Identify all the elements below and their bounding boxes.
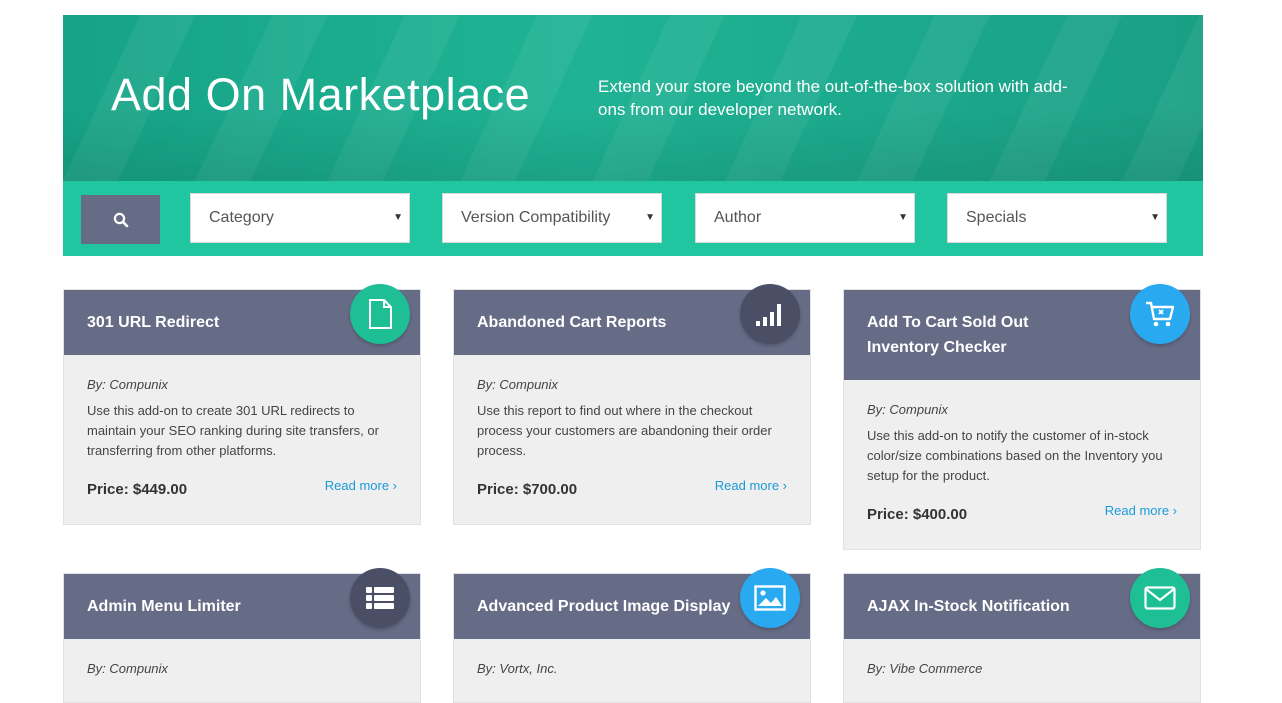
addon-card[interactable]: Advanced Product Image Display By: Vortx… [453, 568, 811, 703]
addon-card[interactable]: AJAX In-Stock Notification By: Vibe Comm… [843, 568, 1201, 703]
card-title[interactable]: Advanced Product Image Display [477, 594, 730, 619]
page-title: Add On Marketplace [111, 69, 531, 120]
card-description: Use this report to find out where in the… [477, 403, 772, 458]
card-price: Price: $700.00 [477, 481, 578, 498]
chevron-down-icon: ▼ [1150, 212, 1160, 223]
envelope-icon [1130, 568, 1190, 628]
document-icon [350, 284, 410, 344]
read-more-link[interactable]: Read more › [325, 478, 397, 493]
specials-select[interactable]: Specials ▼ [947, 193, 1167, 243]
addon-card[interactable]: Add To Cart Sold Out Inventory Checker B… [843, 284, 1201, 550]
signal-bars-icon [740, 284, 800, 344]
page-subtitle: Extend your store beyond the out-of-the-… [598, 77, 1068, 119]
card-price: Price: $449.00 [87, 481, 188, 498]
addon-card[interactable]: Admin Menu Limiter By: Compunix [63, 568, 421, 703]
category-select[interactable]: Category ▼ [190, 193, 410, 243]
image-icon [740, 568, 800, 628]
cart-icon [1130, 284, 1190, 344]
card-title[interactable]: Admin Menu Limiter [87, 594, 241, 619]
filter-bar: Category ▼ Version Compatibility ▼ Autho… [63, 181, 1203, 256]
author-select-value: Author [714, 209, 762, 226]
card-title[interactable]: AJAX In-Stock Notification [867, 594, 1070, 619]
list-icon [350, 568, 410, 628]
addon-card[interactable]: Abandoned Cart Reports By: Compunix Use … [453, 284, 811, 525]
chevron-down-icon: ▼ [393, 212, 403, 223]
author-select[interactable]: Author ▼ [695, 193, 915, 243]
card-description: Use this add-on to notify the customer o… [867, 428, 1163, 483]
card-description: Use this add-on to create 301 URL redire… [87, 403, 379, 458]
version-select-value: Version Compatibility [461, 209, 611, 226]
card-author: By: Compunix [87, 661, 168, 676]
version-select[interactable]: Version Compatibility ▼ [442, 193, 662, 243]
addon-card[interactable]: 301 URL Redirect By: Compunix Use this a… [63, 284, 421, 525]
card-title[interactable]: 301 URL Redirect [87, 310, 219, 335]
category-select-value: Category [209, 209, 274, 226]
card-title[interactable]: Add To Cart Sold Out Inventory Checker [867, 310, 1090, 360]
card-price: Price: $400.00 [867, 506, 968, 523]
chevron-down-icon: ▼ [898, 212, 908, 223]
specials-select-value: Specials [966, 209, 1027, 226]
read-more-link[interactable]: Read more › [715, 478, 787, 493]
card-title[interactable]: Abandoned Cart Reports [477, 310, 666, 335]
hero-banner: Add On Marketplace Extend your store bey… [63, 15, 1203, 181]
card-author: By: Vibe Commerce [867, 661, 983, 676]
card-author: By: Vortx, Inc. [477, 661, 558, 676]
card-author: By: Compunix [867, 402, 948, 417]
chevron-down-icon: ▼ [645, 212, 655, 223]
search-icon [113, 212, 128, 227]
read-more-link[interactable]: Read more › [1105, 503, 1177, 518]
card-author: By: Compunix [87, 377, 168, 392]
card-author: By: Compunix [477, 377, 558, 392]
search-button[interactable] [81, 195, 160, 244]
